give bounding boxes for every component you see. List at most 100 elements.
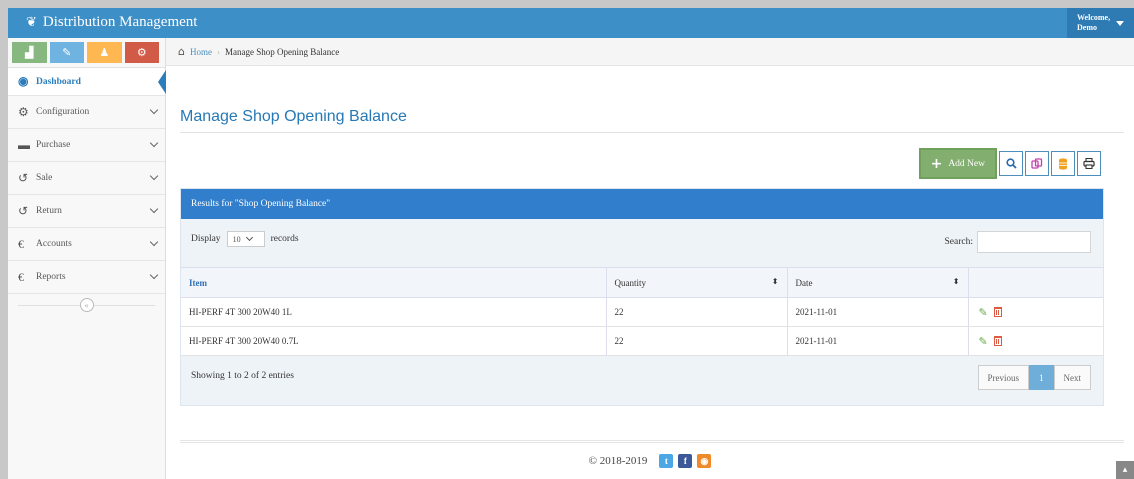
shortcut-pencil-button[interactable]: ✎	[49, 42, 84, 63]
table-row: HI-PERF 4T 300 20W40 1L 22 2021-11-01 ✎	[181, 297, 1103, 327]
data-table: Item Quantity ⬍ Date ⬍ HI-PERF 4T 300 20W4…	[181, 267, 1103, 356]
chevron-up-icon: ▴	[1122, 465, 1128, 475]
breadcrumb: ⌂ Home › Manage Shop Opening Balance	[166, 38, 1134, 66]
delete-icon[interactable]	[993, 336, 1002, 346]
breadcrumb-current: Manage Shop Opening Balance	[224, 46, 340, 57]
sidebar-item-sale[interactable]: ↺ Sale	[8, 162, 165, 195]
sidebar-item-purchase[interactable]: ▬ Purchase	[8, 129, 165, 162]
chevron-down-icon	[245, 233, 253, 242]
home-icon: ⌂	[178, 45, 185, 58]
app-title: Distribution Management	[42, 14, 198, 30]
search-button[interactable]	[999, 151, 1023, 176]
column-header-item[interactable]: Item	[181, 267, 606, 298]
cell-actions: ✎	[967, 297, 1103, 327]
table-row: HI-PERF 4T 300 20W40 0.7L 22 2021-11-01 …	[181, 326, 1103, 356]
top-navbar: ❦ Distribution Management Welcome, Demo	[8, 8, 1134, 38]
copy-button[interactable]	[1025, 151, 1049, 176]
page-title: Manage Shop Opening Balance	[180, 108, 407, 125]
sidebar-item-label: Purchase	[36, 140, 71, 150]
collapse-sidebar-icon[interactable]: «	[79, 298, 94, 312]
plus-icon: +	[930, 155, 943, 172]
cell-actions: ✎	[967, 326, 1103, 356]
sort-icon: ⬍	[771, 277, 779, 286]
shortcut-users-button[interactable]: ♟	[87, 42, 122, 63]
column-header-quantity[interactable]: Quantity ⬍	[605, 267, 787, 298]
page-length-select[interactable]: 10	[226, 231, 265, 247]
sidebar-item-accounts[interactable]: € Accounts	[8, 228, 165, 261]
leaf-icon: ❦	[26, 15, 37, 30]
chevron-down-icon	[149, 105, 159, 115]
sidebar-item-label: Accounts	[36, 239, 72, 249]
shortcut-cogs-button[interactable]: ⚙	[124, 42, 159, 63]
sidebar-item-label: Configuration	[36, 107, 90, 117]
search-input[interactable]	[977, 231, 1091, 253]
page-1-button[interactable]: 1	[1029, 365, 1054, 390]
sidebar-item-configuration[interactable]: ⚙ Configuration	[8, 96, 165, 129]
cell-quantity: 22	[605, 326, 787, 356]
footer: © 2018-2019 t f ◉	[166, 454, 1134, 468]
sidebar-item-label: Return	[36, 206, 62, 216]
sidebar: ▟ ✎ ♟ ⚙ ◉ Dashboard ⚙ Configuration ▬ Pu…	[8, 38, 166, 479]
sort-icon: ⬍	[952, 277, 960, 286]
pencil-icon: ✎	[62, 47, 72, 59]
cell-item: HI-PERF 4T 300 20W40 1L	[181, 297, 606, 327]
edit-icon[interactable]: ✎	[979, 306, 988, 319]
chevron-down-icon	[149, 138, 159, 148]
sidebar-item-label: Sale	[36, 173, 53, 183]
sidebar-item-dashboard[interactable]: ◉ Dashboard	[8, 68, 166, 96]
database-icon	[1059, 157, 1067, 170]
shortcut-chart-button[interactable]: ▟	[12, 42, 47, 63]
print-button[interactable]	[1077, 151, 1101, 176]
search-label: Search:	[944, 237, 974, 247]
table-search: Search:	[944, 231, 1091, 253]
sidebar-collapse-row: «	[8, 294, 165, 316]
delete-icon[interactable]	[993, 307, 1002, 317]
cart-icon: ▬	[18, 137, 30, 152]
results-header: Results for "Shop Opening Balance"	[181, 189, 1103, 219]
brand[interactable]: ❦ Distribution Management	[26, 14, 197, 31]
breadcrumb-separator: ›	[216, 46, 220, 57]
next-page-button[interactable]: Next	[1053, 365, 1091, 390]
database-button[interactable]	[1051, 151, 1075, 176]
cell-quantity: 22	[605, 297, 787, 327]
sidebar-item-label: Dashboard	[36, 76, 81, 87]
column-header-actions	[967, 267, 1103, 298]
cell-date: 2021-11-01	[786, 297, 968, 327]
records-label: records	[270, 234, 299, 244]
chevron-down-icon	[149, 204, 159, 214]
table-header-row: Item Quantity ⬍ Date ⬍	[181, 267, 1103, 298]
search-icon	[1005, 158, 1017, 169]
scroll-to-top-button[interactable]: ▴	[1116, 461, 1134, 479]
page-length-value: 10	[232, 234, 241, 244]
sidebar-item-return[interactable]: ↺ Return	[8, 195, 165, 228]
action-toolbar: + Add New	[918, 148, 1101, 179]
breadcrumb-home-link[interactable]: Home	[190, 47, 212, 57]
rss-icon[interactable]: ◉	[697, 454, 712, 468]
user-menu[interactable]: Welcome, Demo	[1067, 8, 1134, 38]
app-frame: ❦ Distribution Management Welcome, Demo …	[8, 8, 1134, 479]
facebook-icon[interactable]: f	[678, 454, 693, 468]
twitter-icon[interactable]: t	[659, 454, 674, 468]
shortcut-buttons: ▟ ✎ ♟ ⚙	[8, 38, 165, 68]
chevron-down-icon	[149, 171, 159, 181]
pagination: Previous 1 Next	[977, 365, 1091, 390]
dashboard-icon: ◉	[18, 74, 29, 88]
previous-page-button[interactable]: Previous	[977, 365, 1029, 390]
print-icon	[1083, 158, 1095, 169]
cogs-icon: ⚙	[136, 47, 147, 59]
add-new-button[interactable]: + Add New	[918, 148, 997, 179]
chevron-down-icon	[149, 270, 159, 280]
page-length-control: Display 10 records	[191, 231, 299, 247]
column-header-date[interactable]: Date ⬍	[786, 267, 968, 298]
edit-icon[interactable]: ✎	[979, 335, 988, 348]
euro-icon: €	[18, 269, 24, 284]
user-name: Demo	[1077, 23, 1097, 32]
cell-item: HI-PERF 4T 300 20W40 0.7L	[181, 326, 606, 356]
copyright: © 2018-2019	[588, 455, 648, 467]
table-info: Showing 1 to 2 of 2 entries	[191, 371, 294, 381]
sidebar-item-reports[interactable]: € Reports	[8, 261, 165, 294]
chevron-down-icon	[149, 237, 159, 247]
footer-divider	[180, 440, 1124, 443]
main-content: ⌂ Home › Manage Shop Opening Balance Man…	[166, 38, 1134, 479]
undo-icon: ↺	[18, 170, 29, 185]
